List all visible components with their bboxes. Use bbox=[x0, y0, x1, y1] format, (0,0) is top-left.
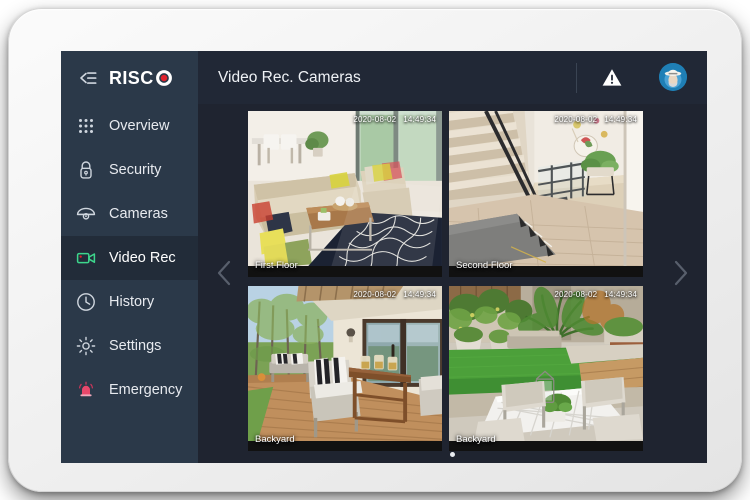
camera-feed-image bbox=[449, 285, 643, 441]
top-bar-divider bbox=[576, 63, 577, 93]
camera-label: Backyard bbox=[456, 434, 496, 445]
camera-tile[interactable]: 2020-08-02 14:49:34 Second Floor bbox=[449, 111, 643, 277]
sidebar: Overview Security Cameras Video Rec Hist… bbox=[61, 104, 198, 463]
sidebar-item-security[interactable]: Security bbox=[61, 148, 198, 192]
sidebar-item-emergency[interactable]: Emergency bbox=[61, 368, 198, 412]
camera-label: Second Floor bbox=[456, 259, 513, 271]
camera-feed-image bbox=[248, 111, 442, 267]
warning-triangle-icon[interactable] bbox=[601, 67, 623, 88]
camera-label: Backyard bbox=[255, 434, 295, 445]
camera-timestamp: 2020-08-02 14:49:34 bbox=[554, 289, 637, 299]
sidebar-item-settings[interactable]: Settings bbox=[61, 324, 198, 368]
top-bar-main: Video Rec. Cameras bbox=[198, 51, 707, 104]
page-dot[interactable] bbox=[450, 452, 455, 457]
brand-wordmark: RISC bbox=[109, 67, 154, 88]
camera-feed-image bbox=[248, 285, 442, 441]
sidebar-item-label: Settings bbox=[109, 338, 162, 354]
sidebar-item-video-rec[interactable]: Video Rec bbox=[61, 236, 198, 280]
camera-timestamp: 2020-08-02 14:49:34 bbox=[554, 115, 637, 124]
sidebar-item-label: Overview bbox=[109, 118, 170, 134]
grid-dots-icon bbox=[79, 119, 93, 133]
page-title: Video Rec. Cameras bbox=[218, 68, 361, 86]
risco-logo[interactable]: RISC bbox=[109, 69, 173, 87]
camera-tile-grid: 2020-08-02 14:49:34 First Floor 2020-08-… bbox=[248, 111, 643, 451]
sidebar-item-label: Cameras bbox=[109, 206, 168, 222]
sidebar-item-label: Emergency bbox=[109, 382, 183, 398]
sidebar-item-label: Video Rec bbox=[109, 250, 176, 266]
chevron-right-icon[interactable] bbox=[667, 258, 693, 288]
top-bar-brand-area: RISC bbox=[61, 51, 198, 104]
sidebar-item-overview[interactable]: Overview bbox=[61, 104, 198, 148]
tablet-screen: RISC Video Rec. Cameras Overview Securit… bbox=[61, 51, 707, 463]
camera-timestamp: 2020-08-02 14:49:34 bbox=[353, 115, 436, 124]
alarm-siren-icon bbox=[78, 381, 94, 397]
camera-label: First Floor bbox=[255, 259, 298, 271]
camera-grid-area: 2020-08-02 14:49:34 First Floor 2020-08-… bbox=[198, 104, 707, 463]
dome-camera-icon bbox=[76, 207, 96, 220]
video-camera-icon bbox=[76, 252, 96, 264]
tablet-frame: RISC Video Rec. Cameras Overview Securit… bbox=[8, 8, 742, 492]
padlock-icon bbox=[80, 161, 92, 179]
risco-aperture-mark bbox=[155, 69, 172, 86]
camera-tile[interactable]: 2020-08-02 14:49:34 First Floor bbox=[248, 111, 442, 277]
sidebar-item-history[interactable]: History bbox=[61, 280, 198, 324]
sidebar-item-label: Security bbox=[109, 162, 162, 178]
gear-icon bbox=[76, 336, 96, 356]
user-avatar[interactable] bbox=[659, 63, 687, 91]
chevron-left-icon[interactable] bbox=[212, 258, 238, 288]
sidebar-item-label: History bbox=[109, 294, 155, 310]
sidebar-item-cameras[interactable]: Cameras bbox=[61, 192, 198, 236]
carousel-page-indicator bbox=[198, 452, 707, 457]
camera-tile[interactable]: 2020-08-02 14:49:34 Backyard bbox=[248, 285, 442, 451]
top-bar: RISC Video Rec. Cameras bbox=[61, 51, 707, 104]
clock-icon bbox=[77, 293, 95, 311]
camera-tile[interactable]: 2020-08-02 14:49:34 Backyard bbox=[449, 285, 643, 451]
collapse-menu-icon[interactable] bbox=[72, 68, 98, 88]
camera-feed-image bbox=[449, 111, 643, 267]
camera-timestamp: 2020-08-02 14:49:34 bbox=[353, 289, 436, 299]
